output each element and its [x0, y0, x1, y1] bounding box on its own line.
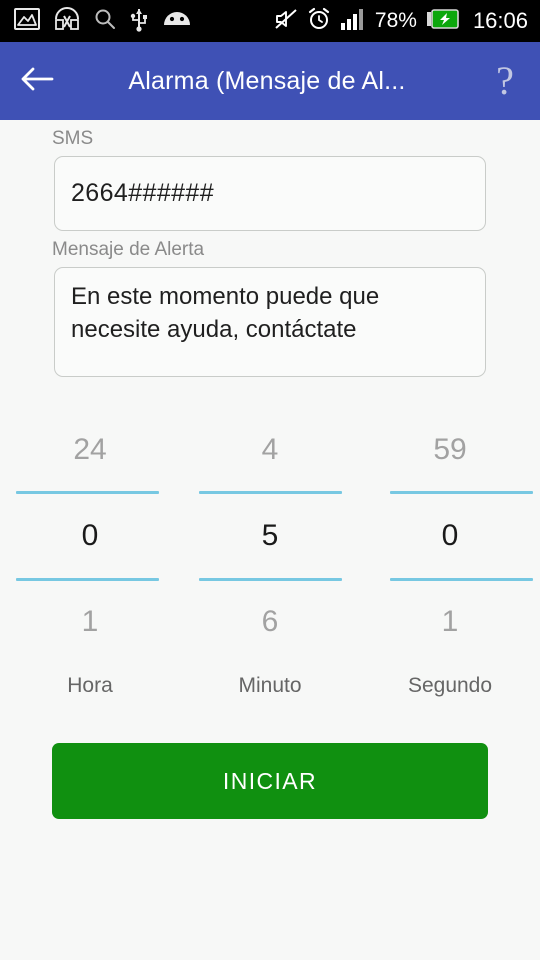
signal-bars-icon	[340, 7, 366, 36]
screenshot-transfer-icon	[54, 6, 80, 36]
picker-segundo-above[interactable]: 59	[360, 408, 540, 491]
sms-input-value: 2664######	[71, 179, 215, 207]
picker-segundo-selected[interactable]: 0	[360, 494, 540, 577]
alert-message-input[interactable]: En este momento puede que necesite ayuda…	[54, 267, 486, 377]
sms-field-label: SMS	[52, 128, 94, 149]
android-head-icon	[162, 9, 192, 34]
arrow-left-icon	[20, 65, 54, 98]
picker-minuto-below[interactable]: 6	[180, 581, 360, 664]
alert-message-value: En este momento puede que necesite ayuda…	[71, 283, 380, 343]
status-bar-clock: 16:06	[472, 8, 528, 33]
status-bar-left-icons	[14, 6, 192, 37]
sms-input[interactable]: 2664######	[54, 156, 486, 231]
picker-segundo-unit-label: Segundo	[407, 674, 493, 698]
search-icon	[94, 8, 116, 35]
picker-hora-selected[interactable]: 0	[0, 494, 180, 577]
picker-column-segundo[interactable]: 59 0 1 Segundo	[360, 408, 540, 698]
status-bar: 78% 16:06	[0, 0, 540, 42]
picker-segundo-below[interactable]: 1	[360, 581, 540, 664]
duration-picker: 24 0 1 Hora 4 5 6 Minuto 59 0 1 Segundo	[0, 408, 540, 698]
picker-minuto-selected[interactable]: 5	[180, 494, 360, 577]
battery-charging-icon	[426, 8, 460, 34]
picker-minuto-unit-label: Minuto	[238, 674, 302, 698]
message-field-label: Mensaje de Alerta	[52, 239, 205, 260]
picker-column-minuto[interactable]: 4 5 6 Minuto	[180, 408, 360, 698]
usb-icon	[130, 6, 148, 37]
battery-percent-label: 78%	[374, 9, 417, 32]
main-content: SMS 2664###### Mensaje de Alerta En este…	[0, 120, 540, 960]
phone-screen: 78% 16:06 Alarma (Mensaje de Al... ? SMS…	[0, 0, 540, 960]
question-mark-icon: ?	[496, 58, 514, 103]
picker-minuto-above[interactable]: 4	[180, 408, 360, 491]
status-bar-right-icons: 78% 16:06	[274, 7, 528, 36]
image-icon	[14, 7, 40, 35]
mute-icon	[274, 7, 298, 36]
picker-column-hora[interactable]: 24 0 1 Hora	[0, 408, 180, 698]
page-title: Alarma (Mensaje de Al...	[128, 66, 406, 95]
start-button[interactable]: INICIAR	[52, 743, 488, 819]
help-button[interactable]: ?	[470, 42, 540, 120]
alarm-clock-icon	[307, 7, 331, 36]
app-bar: Alarma (Mensaje de Al... ?	[0, 42, 540, 120]
picker-hora-above[interactable]: 24	[0, 408, 180, 491]
picker-hora-unit-label: Hora	[67, 674, 113, 698]
back-button[interactable]	[0, 42, 74, 120]
picker-hora-below[interactable]: 1	[0, 581, 180, 664]
